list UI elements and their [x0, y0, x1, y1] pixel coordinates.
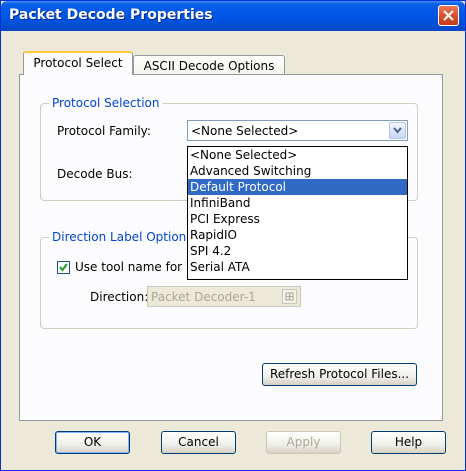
help-button[interactable]: Help: [371, 431, 446, 454]
decode-bus-label: Decode Bus:: [57, 167, 133, 181]
combo-dropdown-button[interactable]: [389, 122, 406, 139]
close-icon: [443, 10, 454, 21]
direction-input[interactable]: Packet Decoder-1: [147, 286, 301, 307]
protocol-family-combo[interactable]: <None Selected>: [187, 120, 408, 141]
dropdown-option-spi-4-2[interactable]: SPI 4.2: [188, 243, 407, 259]
use-tool-name-label: Use tool name for: [75, 260, 183, 274]
dropdown-option-infiniband[interactable]: InfiniBand: [188, 195, 407, 211]
dropdown-option-default-protocol[interactable]: Default Protocol: [188, 179, 407, 195]
refresh-protocol-files-button[interactable]: Refresh Protocol Files...: [262, 363, 417, 386]
dropdown-option-advanced-switching[interactable]: Advanced Switching: [188, 163, 407, 179]
title-bar[interactable]: Packet Decode Properties: [1, 1, 465, 31]
protocol-family-label: Protocol Family:: [57, 124, 151, 138]
use-tool-name-checkbox[interactable]: [57, 261, 70, 274]
direction-label: Direction:: [90, 290, 149, 304]
apply-button[interactable]: Apply: [266, 431, 341, 454]
protocol-selection-group-label: Protocol Selection: [49, 96, 163, 110]
close-button[interactable]: [438, 5, 459, 26]
direction-browse-button[interactable]: [282, 289, 297, 304]
dropdown-option-pci-express[interactable]: PCI Express: [188, 211, 407, 227]
dialog-window: Packet Decode Properties Protocol Select…: [0, 0, 466, 471]
direction-value: Packet Decoder-1: [151, 290, 256, 304]
chevron-down-icon: [393, 127, 402, 134]
grid-icon: [285, 292, 294, 301]
protocol-family-dropdown: <None Selected> Advanced Switching Defau…: [187, 146, 408, 280]
checkmark-icon: [59, 263, 68, 272]
direction-group-label: Direction Label Option: [49, 230, 190, 244]
tab-ascii-decode-options[interactable]: ASCII Decode Options: [133, 55, 285, 76]
protocol-family-value: <None Selected>: [191, 124, 299, 138]
ok-button[interactable]: OK: [55, 431, 130, 454]
dropdown-option-rapidio[interactable]: RapidIO: [188, 227, 407, 243]
dropdown-option-serial-ata[interactable]: Serial ATA: [188, 259, 407, 275]
window-title: Packet Decode Properties: [9, 7, 213, 23]
dropdown-option-none-selected[interactable]: <None Selected>: [188, 147, 407, 163]
cancel-button[interactable]: Cancel: [161, 431, 236, 454]
tab-protocol-select[interactable]: Protocol Select: [23, 51, 133, 75]
